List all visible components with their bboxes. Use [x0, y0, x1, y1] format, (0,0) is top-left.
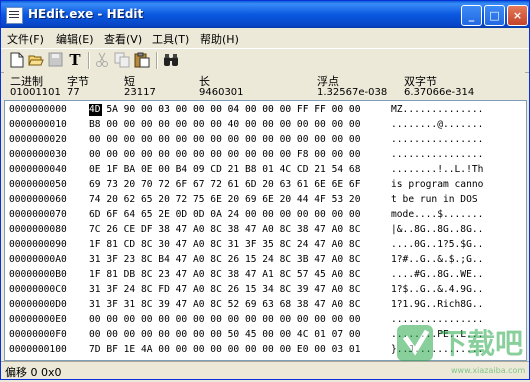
toolbar: T	[1, 48, 529, 73]
find-icon[interactable]	[163, 52, 179, 68]
double-value: 6.37066e-314	[404, 87, 475, 98]
text-mode-icon[interactable]: T	[67, 52, 83, 68]
copy-icon[interactable]	[114, 52, 130, 68]
app-icon[interactable]	[6, 7, 23, 24]
cut-icon[interactable]	[94, 52, 110, 68]
menu-tools[interactable]: 工具(T)	[152, 31, 189, 47]
menu-edit[interactable]: 编辑(E)	[56, 31, 94, 47]
watermark-url: www.xiazaiba.com	[451, 366, 525, 375]
minimize-button[interactable]: _	[461, 5, 482, 26]
value-inspector: 二进制 01001101 字节 77 短 23117 长 9460301 浮点 …	[4, 72, 525, 99]
paste-icon[interactable]	[134, 52, 150, 68]
watermark-title: 下载吧	[439, 327, 523, 360]
toolbar-separator	[156, 52, 158, 69]
binary-value: 01001101	[10, 87, 61, 98]
open-folder-icon[interactable]	[28, 52, 44, 68]
close-button[interactable]: ×	[507, 5, 528, 26]
status-offset: 偏移 0 0x0	[5, 366, 62, 379]
byte-value: 77	[67, 87, 80, 98]
menu-help[interactable]: 帮助(H)	[200, 31, 239, 47]
app-window: HEdit.exe - HEdit _ □ × 文件(F) 编辑(E) 查看(V…	[0, 0, 530, 380]
watermark-logo: 下载吧 www.xiazaiba.com	[391, 301, 529, 379]
save-icon[interactable]	[47, 52, 63, 68]
float-value: 1.32567e-038	[317, 87, 388, 98]
window-title: HEdit.exe - HEdit	[28, 7, 144, 21]
short-value: 23117	[124, 87, 156, 98]
long-value: 9460301	[199, 87, 244, 98]
new-file-icon[interactable]	[9, 52, 25, 68]
menu-file[interactable]: 文件(F)	[7, 31, 44, 47]
toolbar-separator	[88, 52, 90, 69]
menu-view[interactable]: 查看(V)	[104, 31, 142, 47]
maximize-button[interactable]: □	[484, 5, 505, 26]
menu-bar: 文件(F) 编辑(E) 查看(V) 工具(T) 帮助(H)	[1, 28, 529, 47]
title-bar[interactable]: HEdit.exe - HEdit _ □ ×	[1, 1, 529, 28]
